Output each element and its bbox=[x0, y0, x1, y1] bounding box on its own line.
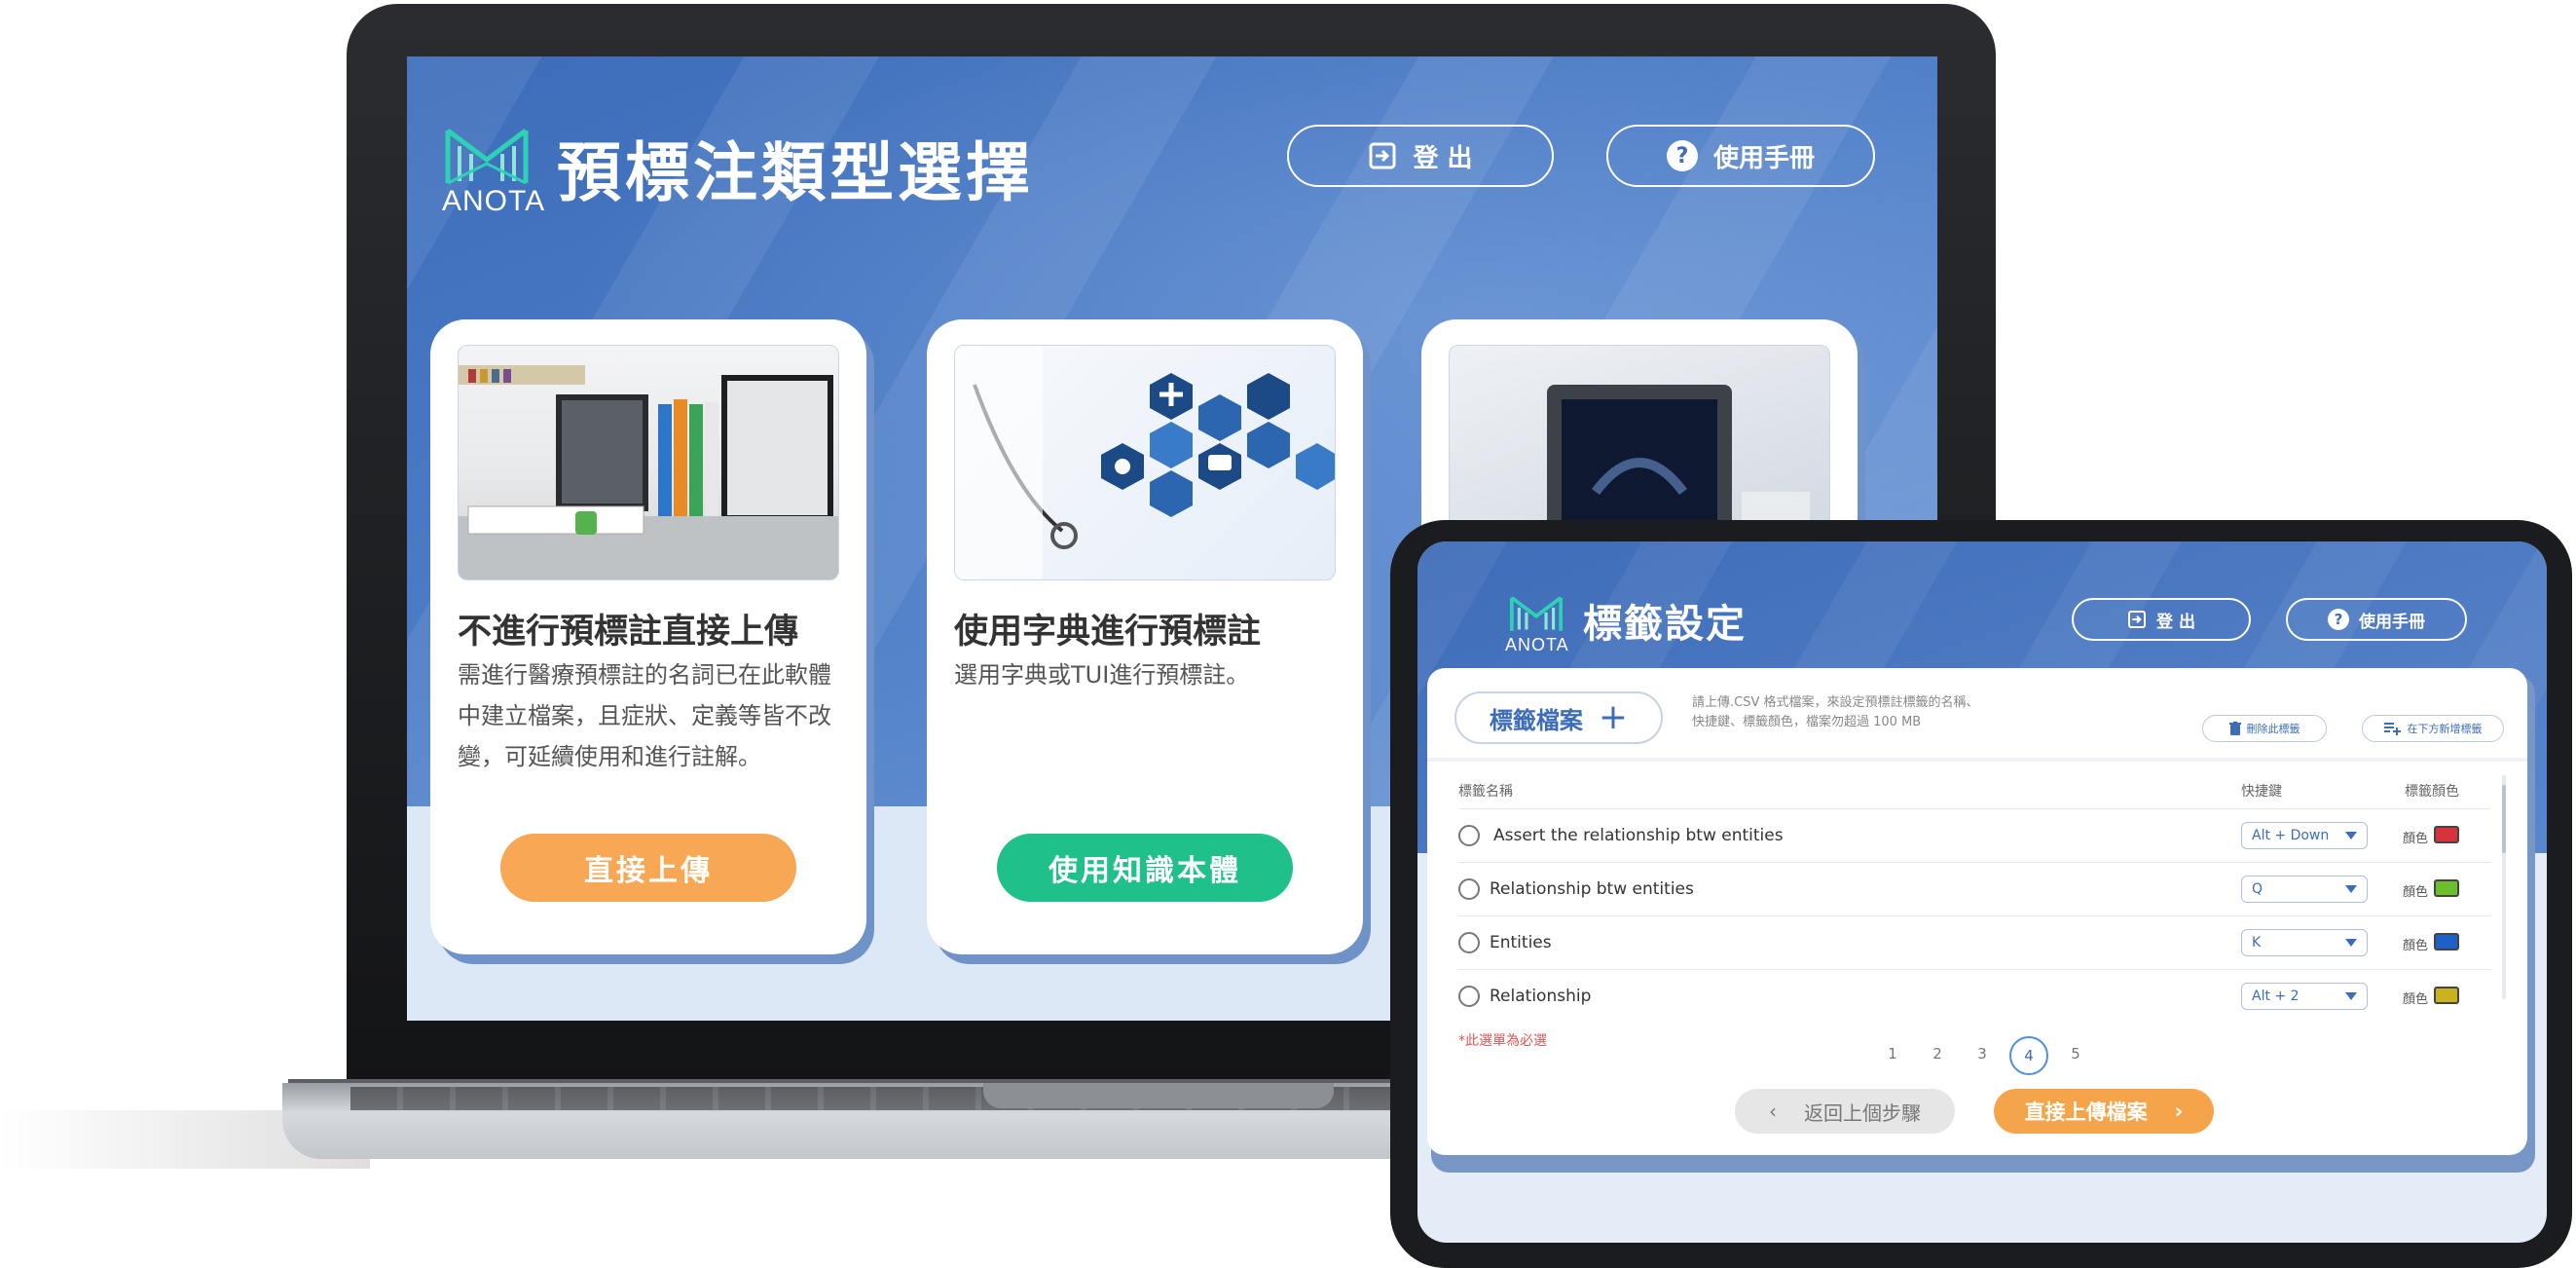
tablet-logout-button[interactable]: 登 出 bbox=[2072, 598, 2251, 641]
column-header-name: 標籤名稱 bbox=[1458, 784, 1513, 800]
column-header-color: 標籤顏色 bbox=[2405, 784, 2459, 800]
office-illustration bbox=[459, 365, 838, 579]
card-title: 使用字典進行預標註 bbox=[954, 613, 1262, 652]
chevron-down-icon bbox=[2345, 939, 2357, 947]
table-row: Relationship Alt + 2 顏色 bbox=[1458, 970, 2490, 1024]
row-select-radio[interactable] bbox=[1458, 825, 1480, 846]
column-header-shortcut: 快捷鍵 bbox=[2241, 784, 2282, 800]
shortcut-select[interactable]: Q bbox=[2241, 876, 2368, 903]
chevron-left-icon: ‹ bbox=[1769, 1100, 1777, 1123]
logout-icon bbox=[1369, 142, 1396, 169]
card-no-preannotation: 不進行預標註直接上傳 需進行醫療預標註的名詞已在此軟體中建立檔案，且症狀、定義等… bbox=[430, 319, 866, 954]
page-2[interactable]: 2 bbox=[1920, 1036, 1955, 1071]
manual-label: 使用手冊 bbox=[1712, 143, 1815, 173]
pagination: 1 2 3 4 5 bbox=[1875, 1036, 2093, 1075]
table-row: Entities K 顏色 bbox=[1458, 916, 2490, 970]
color-swatch[interactable] bbox=[2434, 933, 2459, 951]
panel-divider bbox=[1427, 758, 2527, 762]
anota-logo-text: ANOTA bbox=[442, 185, 546, 217]
plus-icon: + bbox=[1598, 697, 1629, 737]
upload-note-line2: 快捷鍵、標籤顏色，檔案勿超過 100 MB bbox=[1692, 715, 1922, 729]
row-select-radio[interactable] bbox=[1458, 878, 1480, 900]
anota-logo-icon bbox=[445, 129, 529, 185]
page-title: 預標注類型選擇 bbox=[557, 135, 1034, 210]
card-description: 選用字典或TUI進行預標註。 bbox=[954, 661, 1250, 689]
manual-button[interactable]: ? 使用手冊 bbox=[1606, 125, 1875, 187]
anota-logo-text: ANOTA bbox=[1505, 635, 1569, 654]
row-select-radio[interactable] bbox=[1458, 986, 1480, 1007]
manual-label: 使用手冊 bbox=[2359, 612, 2425, 632]
tablet-manual-button[interactable]: ? 使用手冊 bbox=[2286, 598, 2467, 641]
logout-icon bbox=[2128, 611, 2147, 628]
medical-illustration bbox=[955, 346, 1335, 579]
add-label-below-text: 在下方新增標籤 bbox=[2407, 723, 2483, 735]
label-settings-panel: 標籤檔案 + 請上傳.CSV 格式檔案，來設定預標註標籤的名稱、 快捷鍵、標籤顏… bbox=[1427, 668, 2527, 1155]
shortcut-value: K bbox=[2252, 935, 2262, 951]
label-name: Entities bbox=[1490, 933, 1552, 952]
chevron-down-icon bbox=[2345, 832, 2357, 839]
delete-label-button[interactable]: 刪除此標籤 bbox=[2202, 715, 2327, 742]
next-label: 直接上傳檔案 bbox=[2024, 1100, 2148, 1124]
upload-note-line1: 請上傳.CSV 格式檔案，來設定預標註標籤的名稱、 bbox=[1692, 695, 1979, 710]
back-label: 返回上個步驟 bbox=[1804, 1100, 1921, 1125]
shortcut-select[interactable]: Alt + 2 bbox=[2241, 983, 2368, 1010]
color-label: 顏色 bbox=[2403, 992, 2429, 1007]
laptop-notch bbox=[983, 1083, 1334, 1108]
logout-label: 登 出 bbox=[2156, 612, 2195, 632]
direct-upload-button[interactable]: 直接上傳 bbox=[500, 834, 796, 902]
label-name: Relationship btw entities bbox=[1490, 879, 1694, 899]
color-label: 顏色 bbox=[2403, 885, 2429, 900]
color-swatch[interactable] bbox=[2434, 879, 2459, 897]
label-file-text: 標籤檔案 bbox=[1489, 706, 1583, 734]
help-icon: ? bbox=[1666, 140, 1698, 171]
delete-label-text: 刪除此標籤 bbox=[2246, 723, 2300, 735]
color-swatch[interactable] bbox=[2434, 826, 2459, 843]
add-label-below-button[interactable]: 在下方新增標籤 bbox=[2362, 715, 2504, 742]
card-title: 不進行預標註直接上傳 bbox=[458, 613, 799, 652]
page-1[interactable]: 1 bbox=[1875, 1036, 1910, 1071]
office-photo bbox=[458, 345, 839, 580]
label-name: Relationship bbox=[1490, 987, 1592, 1006]
logout-button[interactable]: 登 出 bbox=[1287, 125, 1554, 187]
trash-icon bbox=[2228, 722, 2241, 735]
label-file-upload-button[interactable]: 標籤檔案 + bbox=[1454, 691, 1663, 744]
shortcut-value: Q bbox=[2252, 881, 2263, 897]
upload-file-button[interactable]: 直接上傳檔案 › bbox=[1994, 1089, 2214, 1134]
card-description: 需進行醫療預標註的名詞已在此軟體中建立檔案，且症狀、定義等皆不改變，可延續使用和… bbox=[458, 661, 831, 770]
page-3[interactable]: 3 bbox=[1965, 1036, 2000, 1071]
use-ontology-button[interactable]: 使用知識本體 bbox=[997, 834, 1293, 902]
page-4-active[interactable]: 4 bbox=[2009, 1036, 2048, 1075]
shortcut-value: Alt + 2 bbox=[2252, 988, 2300, 1004]
tablet-screen: ANOTA 標籤設定 登 出 ? 使用手冊 標籤檔案 + 請上傳.CSV 格式檔… bbox=[1417, 541, 2547, 1243]
color-label: 顏色 bbox=[2403, 939, 2429, 953]
card-dictionary-preannotation: 使用字典進行預標註 選用字典或TUI進行預標註。 使用知識本體 bbox=[927, 319, 1363, 954]
tablet-page-title: 標籤設定 bbox=[1583, 602, 1747, 647]
label-name: Assert the relationship btw entities bbox=[1493, 826, 1784, 845]
back-button[interactable]: ‹ 返回上個步驟 bbox=[1735, 1089, 1955, 1134]
shortcut-value: Alt + Down bbox=[2252, 828, 2330, 843]
chevron-down-icon bbox=[2345, 885, 2357, 893]
table-row: Assert the relationship btw entities Alt… bbox=[1458, 809, 2490, 863]
table-row: Relationship btw entities Q 顏色 bbox=[1458, 863, 2490, 916]
help-icon: ? bbox=[2328, 609, 2349, 630]
color-swatch[interactable] bbox=[2434, 987, 2459, 1004]
add-list-icon bbox=[2383, 723, 2401, 735]
medical-photo bbox=[954, 345, 1336, 580]
row-select-radio[interactable] bbox=[1458, 932, 1480, 953]
chevron-right-icon: › bbox=[2174, 1100, 2184, 1123]
page-5[interactable]: 5 bbox=[2058, 1036, 2093, 1071]
anota-logo-icon bbox=[1509, 596, 1564, 631]
shortcut-select[interactable]: Alt + Down bbox=[2241, 822, 2368, 849]
required-note: *此選單為必選 bbox=[1458, 1033, 1547, 1049]
shortcut-select[interactable]: K bbox=[2241, 929, 2368, 956]
chevron-down-icon bbox=[2345, 992, 2357, 1000]
color-label: 顏色 bbox=[2403, 832, 2429, 846]
scrollbar-thumb[interactable] bbox=[2502, 785, 2506, 853]
logout-label: 登 出 bbox=[1413, 143, 1473, 173]
